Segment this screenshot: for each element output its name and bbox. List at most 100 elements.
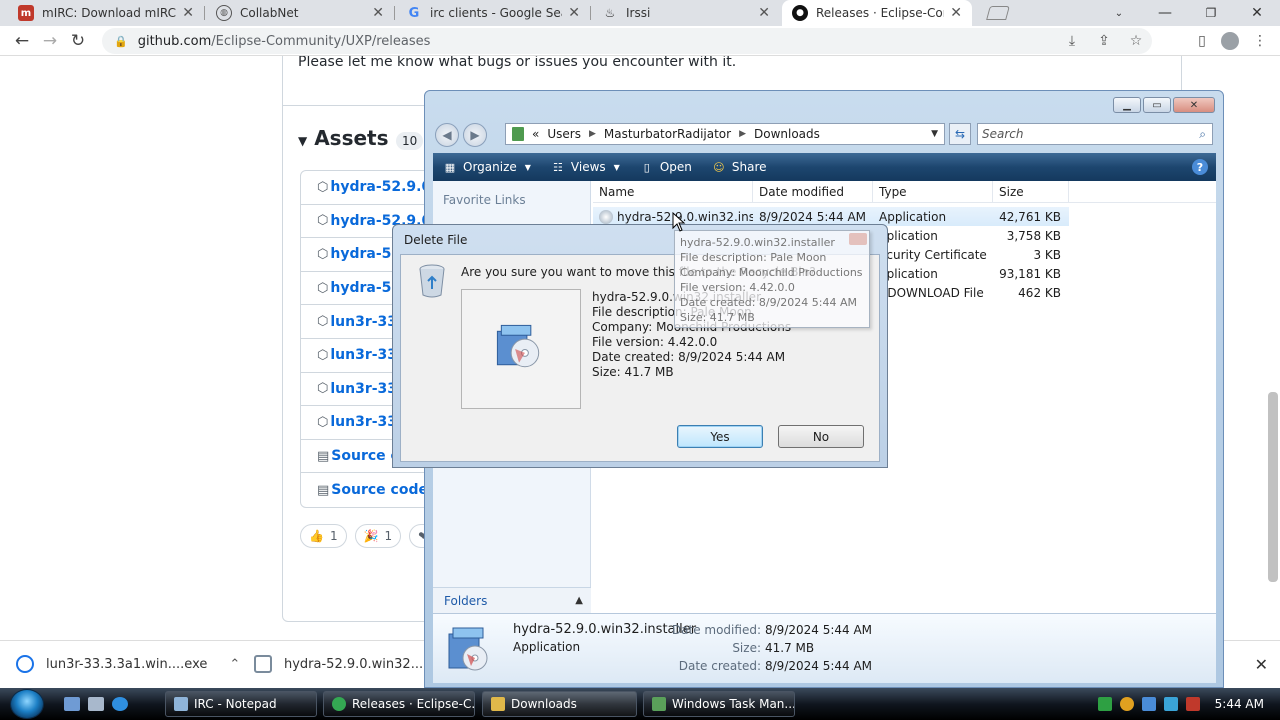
tab-collabnet[interactable]: ◍ CollabNet ✕ [206, 0, 394, 26]
close-icon[interactable]: ✕ [568, 5, 580, 21]
chevron-down-icon: ▼ [524, 162, 531, 172]
security-shield-icon[interactable] [1120, 697, 1134, 711]
close-icon[interactable]: ✕ [950, 5, 962, 21]
asset-link[interactable]: ⬡ hydra-52.9.0. [301, 171, 439, 205]
installer-icon [496, 324, 540, 368]
menu-button[interactable]: ⋮ [1250, 31, 1270, 51]
close-icon[interactable]: ✕ [372, 5, 384, 21]
scroll-thumb[interactable] [1268, 392, 1278, 582]
yes-label: Yes [710, 429, 730, 444]
favorite-links-title: Favorite Links [443, 193, 526, 207]
dialog-title: Delete File [404, 233, 468, 247]
refresh-button[interactable]: ⇆ [949, 123, 971, 145]
taskbar-item-chrome[interactable]: Releases · Eclipse-C... [323, 691, 475, 717]
new-tab-button[interactable] [978, 0, 1018, 26]
star-icon: ☆ [1129, 33, 1143, 49]
assets-toggle[interactable]: ▼ Assets [298, 126, 389, 150]
reaction-thumbs-up[interactable]: 👍 1 [300, 524, 347, 548]
close-icon[interactable]: ✕ [758, 5, 770, 21]
task-label: Releases · Eclipse-C... [352, 697, 475, 711]
back-button[interactable]: ◀ [435, 123, 459, 147]
column-date-modified[interactable]: Date modified [753, 181, 873, 203]
start-button[interactable] [10, 689, 44, 719]
maximize-button[interactable]: ▭ [1143, 97, 1171, 113]
show-desktop-icon[interactable] [64, 697, 80, 711]
minimize-button[interactable]: ▁ [1113, 97, 1141, 113]
switch-windows-icon[interactable] [88, 697, 104, 711]
views-button[interactable]: ☷ Views ▼ [541, 160, 630, 174]
profile-button[interactable] [1220, 31, 1240, 51]
file-size: 42,761 KB [999, 209, 1061, 224]
close-button[interactable]: ✕ [1173, 97, 1215, 113]
minimize-button[interactable]: — [1142, 0, 1188, 26]
tab-search-button[interactable]: ⌄ [1096, 0, 1142, 26]
chevron-right-icon[interactable]: ▶ [739, 129, 746, 139]
reload-button[interactable]: ↻ [66, 29, 90, 53]
volume-muted-icon[interactable] [1186, 697, 1200, 711]
back-button[interactable]: ← [10, 29, 34, 53]
restore-button[interactable]: ❐ [1188, 0, 1234, 26]
task-manager-icon [652, 697, 666, 711]
share-button[interactable]: ⇪ [1094, 31, 1114, 51]
lock-icon: 🔒 [114, 34, 128, 48]
address-breadcrumb[interactable]: « Users ▶ MasturbatorRadijator ▶ Downloa… [505, 123, 945, 145]
asset-link[interactable]: ▤ Source code ( [301, 473, 439, 507]
bookmark-button[interactable]: ☆ [1126, 31, 1146, 51]
column-type[interactable]: Type [873, 181, 993, 203]
share-button[interactable]: ☺ Share [702, 160, 777, 174]
breadcrumb-overflow-icon[interactable]: « [532, 127, 539, 141]
install-app-button[interactable]: ⤓ [1062, 31, 1082, 51]
yes-button[interactable]: Yes [677, 425, 763, 448]
command-label: Organize [463, 160, 517, 174]
open-button[interactable]: ▯ Open [630, 160, 702, 174]
tab-separator [394, 6, 395, 20]
no-button[interactable]: No [778, 425, 864, 448]
internet-explorer-icon[interactable] [112, 697, 128, 711]
chevron-down-icon[interactable]: ▼ [931, 129, 938, 139]
search-input[interactable]: Search ⌕ [977, 123, 1213, 145]
asset-name: lun3r-33 [330, 313, 398, 330]
breadcrumb-users[interactable]: Users [547, 127, 581, 141]
folders-toggle[interactable]: Folders ▲ [433, 587, 591, 613]
chevron-down-icon: ⌄ [1114, 7, 1124, 19]
page-scrollbar[interactable] [1268, 62, 1278, 632]
breadcrumb-downloads[interactable]: Downloads [754, 127, 820, 141]
side-panel-button[interactable]: ▯ [1192, 31, 1212, 51]
details-pane: hydra-52.9.0.win32.installer Application… [433, 613, 1216, 683]
organize-button[interactable]: ▦ Organize ▼ [433, 160, 541, 174]
breadcrumb-user[interactable]: MasturbatorRadijator [604, 127, 731, 141]
taskbar-item-notepad[interactable]: IRC - Notepad [165, 691, 317, 717]
tray-app-icon[interactable] [1142, 697, 1156, 711]
help-button[interactable]: ? [1192, 159, 1208, 175]
tab-irssi[interactable]: ♨ Irssi ✕ [592, 0, 780, 26]
tab-mirc[interactable]: m mIRC: Download mIRC ✕ [8, 0, 204, 26]
close-window-button[interactable]: ✕ [1234, 0, 1280, 26]
close-icon[interactable]: ✕ [182, 5, 194, 21]
recycle-bin-icon [419, 264, 445, 298]
network-icon[interactable] [1164, 697, 1178, 711]
close-download-bar-button[interactable]: ✕ [1255, 655, 1268, 674]
address-bar[interactable]: 🔒 github.com/Eclipse-Community/UXP/relea… [102, 28, 1152, 54]
tab-releases[interactable]: ● Releases · Eclipse-Community ✕ [782, 0, 972, 26]
search-icon[interactable]: ⌕ [1199, 127, 1206, 142]
file-size: 93,181 KB [999, 266, 1061, 281]
forward-button[interactable]: ▶ [463, 123, 487, 147]
forward-button[interactable]: → [38, 29, 62, 53]
close-icon: ✕ [1251, 5, 1263, 21]
tab-google-search[interactable]: G irc clients - Google Search ✕ [396, 0, 590, 26]
column-size[interactable]: Size [993, 181, 1069, 203]
tooltip-line: Size: 41.7 MB [680, 311, 755, 324]
taskbar-item-downloads[interactable]: Downloads [482, 691, 637, 717]
download-item[interactable]: hydra-52.9.0.win32....exe [254, 655, 450, 673]
clock[interactable]: 5:44 AM [1215, 697, 1264, 711]
taskbar-item-task-manager[interactable]: Windows Task Man... [643, 691, 795, 717]
tray-app-icon[interactable] [1098, 697, 1112, 711]
column-name[interactable]: Name [593, 181, 753, 203]
chevron-right-icon[interactable]: ▶ [589, 129, 596, 139]
command-bar: ▦ Organize ▼ ☷ Views ▼ ▯ Open ☺ Share ? [433, 153, 1216, 181]
chevron-up-icon[interactable]: ⌃ [229, 657, 240, 672]
window-controls: ▁ ▭ ✕ [1113, 97, 1215, 113]
reaction-hooray[interactable]: 🎉 1 [354, 524, 402, 548]
download-item[interactable]: lun3r-33.3.3a1.win....exe ⌃ [16, 655, 240, 673]
views-icon: ☷ [552, 160, 563, 174]
